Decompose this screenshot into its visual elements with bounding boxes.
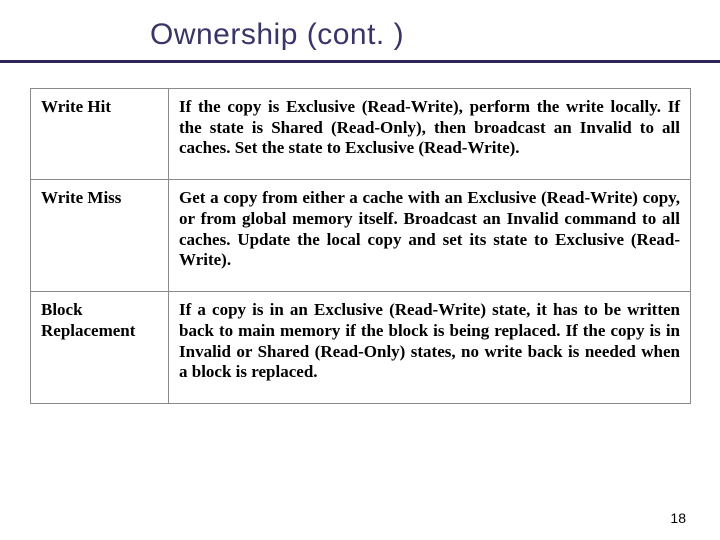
slide: Ownership (cont. ) Write Hit If the copy… [0, 0, 720, 540]
slide-title: Ownership (cont. ) [150, 18, 404, 52]
title-underline [0, 60, 720, 63]
row-desc: If the copy is Exclusive (Read-Write), p… [169, 89, 691, 180]
content-table: Write Hit If the copy is Exclusive (Read… [30, 88, 691, 404]
content-table-wrap: Write Hit If the copy is Exclusive (Read… [30, 88, 690, 404]
row-label: Block Replacement [31, 292, 169, 404]
table-row: Write Hit If the copy is Exclusive (Read… [31, 89, 691, 180]
table-row: Block Replacement If a copy is in an Exc… [31, 292, 691, 404]
row-label: Write Miss [31, 180, 169, 292]
row-desc: Get a copy from either a cache with an E… [169, 180, 691, 292]
page-number: 18 [670, 510, 686, 526]
row-desc: If a copy is in an Exclusive (Read-Write… [169, 292, 691, 404]
row-label: Write Hit [31, 89, 169, 180]
table-row: Write Miss Get a copy from either a cach… [31, 180, 691, 292]
